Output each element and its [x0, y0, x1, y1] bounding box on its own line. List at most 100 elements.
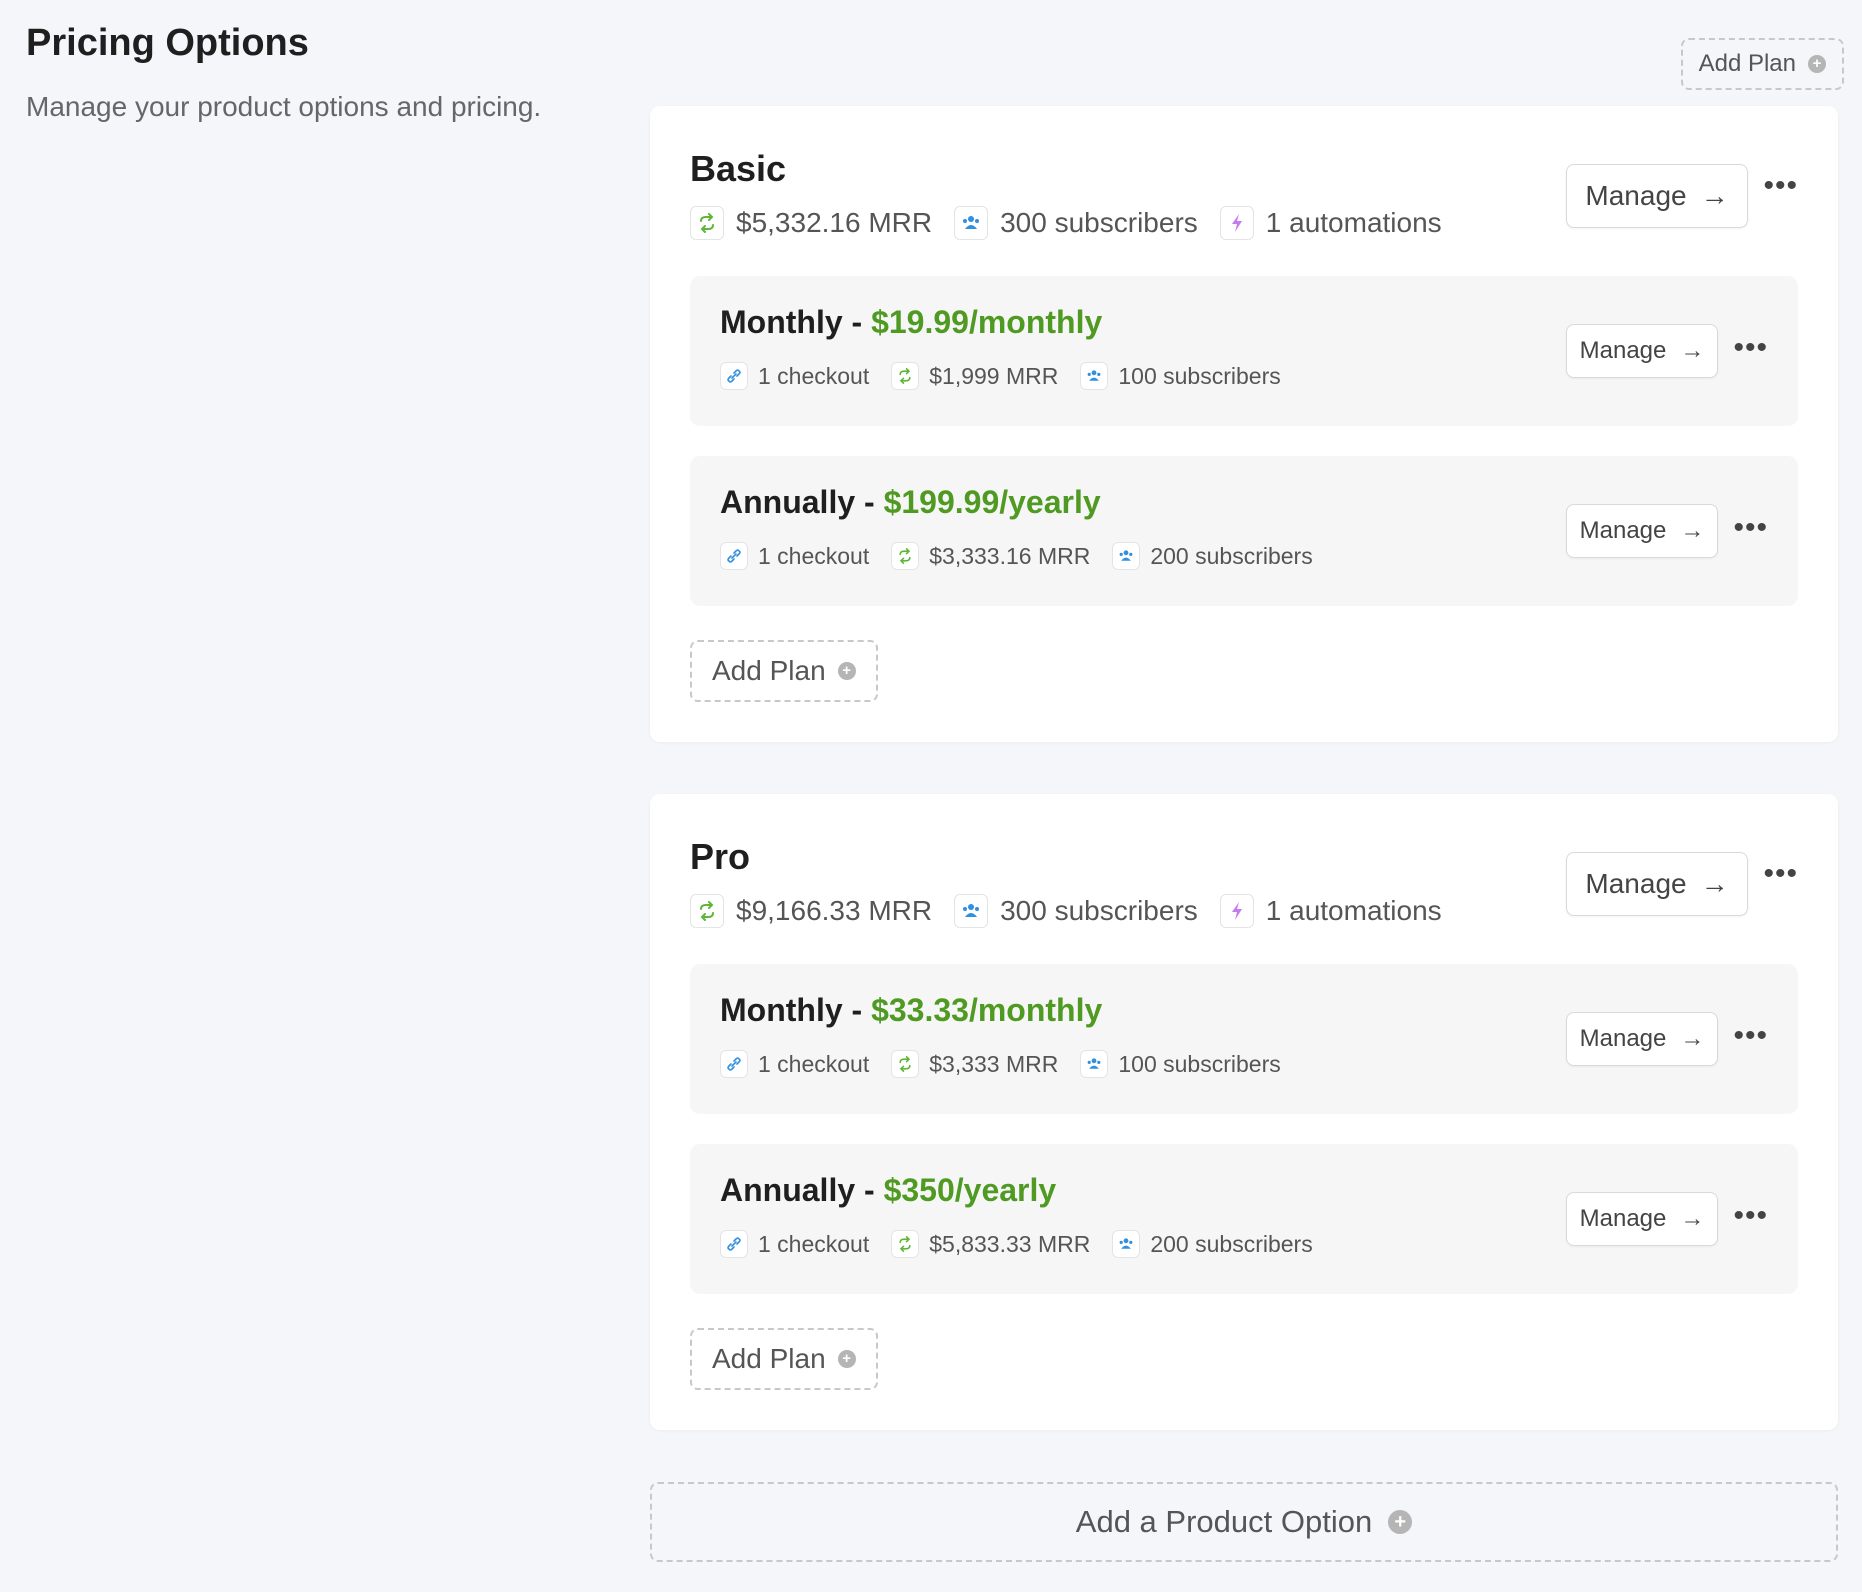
manage-button[interactable]: Manage → — [1566, 324, 1718, 378]
plan-row-annually: Annually - $350/yearly 1 checkout $5,833… — [690, 1144, 1798, 1294]
checkout-value: 1 checkout — [758, 1050, 870, 1077]
more-options-icon[interactable]: ••• — [1733, 333, 1768, 363]
plan-price: $199.99/yearly — [883, 484, 1101, 520]
manage-button[interactable]: Manage → — [1566, 1192, 1718, 1246]
add-plan-label: Add Plan — [712, 655, 826, 686]
manage-button[interactable]: Manage → — [1566, 504, 1718, 558]
manage-button[interactable]: Manage → — [1566, 164, 1748, 228]
plus-icon: + — [837, 662, 856, 680]
checkout-stat: 1 checkout — [720, 1230, 869, 1258]
arrow-right-icon: → — [1700, 180, 1729, 211]
recurring-icon — [690, 894, 724, 928]
manage-label: Manage — [1585, 180, 1687, 211]
mrr-value: $3,333 MRR — [929, 1050, 1059, 1077]
product-stats: $9,166.33 MRR 300 subscribers 1 automati… — [690, 894, 1464, 928]
lightning-icon — [1219, 894, 1254, 928]
manage-label: Manage — [1579, 517, 1667, 544]
product-name: Basic — [690, 148, 787, 189]
users-icon — [954, 206, 989, 240]
subscribers-value: 300 subscribers — [1000, 207, 1198, 238]
product-name: Pro — [690, 836, 751, 877]
plan-row-monthly: Monthly - $19.99/monthly 1 checkout $1,9… — [690, 276, 1798, 426]
checkout-value: 1 checkout — [758, 1230, 870, 1257]
mrr-value: $5,332.16 MRR — [736, 207, 933, 238]
mrr-stat: $3,333.16 MRR — [891, 542, 1090, 570]
more-options-icon[interactable]: ••• — [1733, 1201, 1768, 1231]
subscribers-stat: 100 subscribers — [1080, 1050, 1281, 1078]
manage-label: Manage — [1579, 337, 1667, 364]
subscribers-value: 100 subscribers — [1118, 362, 1281, 389]
plan-heading: Annually - $199.99/yearly — [720, 484, 1101, 521]
product-card-basic: Basic $5,332.16 MRR 300 subscribers 1 au… — [650, 106, 1838, 742]
more-options-icon[interactable]: ••• — [1733, 1021, 1768, 1051]
recurring-icon — [891, 362, 920, 390]
link-icon — [720, 362, 748, 390]
plan-row-annually: Annually - $199.99/yearly 1 checkout $3,… — [690, 456, 1798, 606]
manage-button[interactable]: Manage → — [1566, 852, 1748, 916]
plan-name: Monthly - — [720, 304, 872, 340]
subscribers-value: 100 subscribers — [1118, 1050, 1281, 1077]
recurring-icon — [690, 206, 724, 240]
manage-button[interactable]: Manage → — [1566, 1012, 1718, 1066]
users-icon — [1112, 542, 1141, 570]
plan-stats: 1 checkout $1,999 MRR 100 subscribers — [720, 362, 1303, 390]
mrr-stat: $5,833.33 MRR — [891, 1230, 1090, 1258]
add-plan-button[interactable]: Add Plan + — [690, 640, 878, 702]
checkout-value: 1 checkout — [758, 542, 870, 569]
recurring-icon — [891, 1230, 920, 1258]
add-plan-button[interactable]: Add Plan + — [1680, 38, 1844, 90]
plan-heading: Annually - $350/yearly — [720, 1172, 1056, 1209]
arrow-right-icon: → — [1700, 868, 1729, 899]
subscribers-value: 200 subscribers — [1150, 1230, 1313, 1257]
page-subtitle: Manage your product options and pricing. — [26, 91, 542, 122]
manage-label: Manage — [1579, 1205, 1667, 1232]
add-plan-label: Add Plan — [712, 1343, 826, 1374]
plan-stats: 1 checkout $3,333 MRR 100 subscribers — [720, 1050, 1303, 1078]
plus-icon: + — [1808, 55, 1826, 73]
users-icon — [1080, 1050, 1109, 1078]
plan-price: $33.33/monthly — [871, 992, 1103, 1028]
plan-name: Annually - — [720, 1172, 884, 1208]
subscribers-stat: 200 subscribers — [1112, 1230, 1313, 1258]
page-header: Pricing Options Manage your product opti… — [26, 22, 541, 123]
manage-label: Manage — [1585, 868, 1687, 899]
mrr-stat: $1,999 MRR — [891, 362, 1058, 390]
checkout-value: 1 checkout — [758, 362, 870, 389]
users-icon — [954, 894, 989, 928]
link-icon — [720, 1050, 748, 1078]
automations-value: 1 automations — [1265, 895, 1442, 926]
plan-heading: Monthly - $19.99/monthly — [720, 304, 1102, 341]
add-plan-label: Add Plan — [1698, 50, 1796, 77]
plan-name: Monthly - — [720, 992, 872, 1028]
plus-icon: + — [1388, 1510, 1413, 1534]
mrr-value: $9,166.33 MRR — [736, 895, 933, 926]
checkout-stat: 1 checkout — [720, 362, 869, 390]
subscribers-stat: 300 subscribers — [954, 206, 1198, 240]
subscribers-stat: 100 subscribers — [1080, 362, 1281, 390]
add-product-option-button[interactable]: Add a Product Option + — [650, 1482, 1838, 1562]
plan-row-monthly: Monthly - $33.33/monthly 1 checkout $3,3… — [690, 964, 1798, 1114]
add-product-option-label: Add a Product Option — [1075, 1504, 1373, 1539]
more-options-icon[interactable]: ••• — [1763, 171, 1798, 201]
manage-label: Manage — [1579, 1025, 1667, 1052]
product-stats: $5,332.16 MRR 300 subscribers 1 automati… — [690, 206, 1464, 240]
plan-heading: Monthly - $33.33/monthly — [720, 992, 1102, 1029]
plan-stats: 1 checkout $3,333.16 MRR 200 subscribers — [720, 542, 1335, 570]
lightning-icon — [1219, 206, 1254, 240]
mrr-stat: $5,332.16 MRR — [690, 206, 932, 240]
more-options-icon[interactable]: ••• — [1763, 859, 1798, 889]
add-plan-button[interactable]: Add Plan + — [690, 1328, 878, 1390]
users-icon — [1112, 1230, 1141, 1258]
plan-stats: 1 checkout $5,833.33 MRR 200 subscribers — [720, 1230, 1335, 1258]
link-icon — [720, 1230, 748, 1258]
recurring-icon — [891, 1050, 920, 1078]
more-options-icon[interactable]: ••• — [1733, 513, 1768, 543]
subscribers-value: 300 subscribers — [1000, 895, 1198, 926]
arrow-right-icon: → — [1680, 517, 1705, 544]
product-card-pro: Pro $9,166.33 MRR 300 subscribers 1 auto… — [650, 794, 1838, 1430]
plus-icon: + — [837, 1350, 856, 1368]
subscribers-stat: 200 subscribers — [1112, 542, 1313, 570]
mrr-stat: $9,166.33 MRR — [690, 894, 932, 928]
mrr-value: $5,833.33 MRR — [929, 1230, 1091, 1257]
mrr-value: $3,333.16 MRR — [929, 542, 1091, 569]
